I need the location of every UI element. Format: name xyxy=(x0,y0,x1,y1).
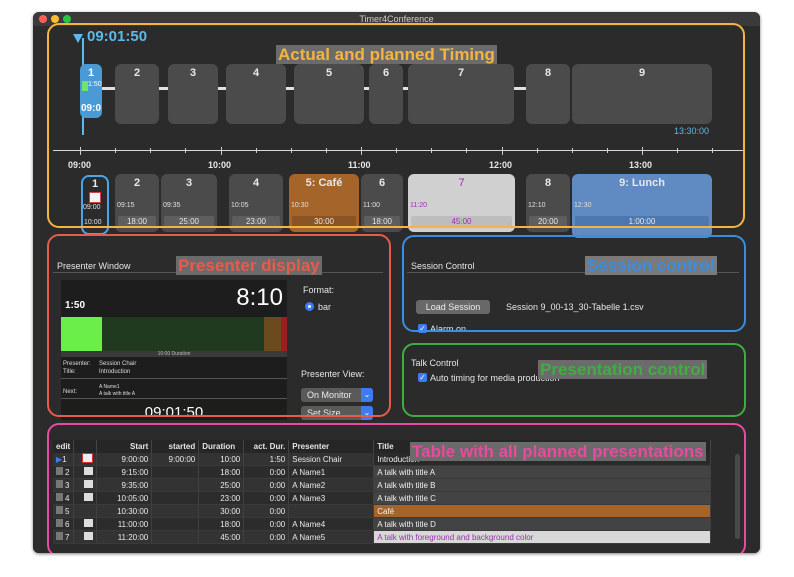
table-callout-label: Table with all planned presentations xyxy=(410,442,706,461)
timing-callout-label: Actual and planned Timing xyxy=(276,45,497,64)
presentation-callout xyxy=(402,343,746,417)
session-callout xyxy=(402,235,746,332)
app-window: Timer4Conference 09:01:50 1 1:50 09:0 2 … xyxy=(33,12,760,553)
zoom-window-button[interactable] xyxy=(63,15,71,23)
presenter-callout-label: Presenter display xyxy=(176,256,322,275)
close-window-button[interactable] xyxy=(39,15,47,23)
session-callout-label: Session control xyxy=(585,256,717,275)
main-content: 09:01:50 1 1:50 09:0 2 3 4 5 6 7 8 9 13:… xyxy=(33,23,760,553)
presentation-callout-label: Presentation control xyxy=(538,360,708,379)
minimize-window-button[interactable] xyxy=(51,15,59,23)
